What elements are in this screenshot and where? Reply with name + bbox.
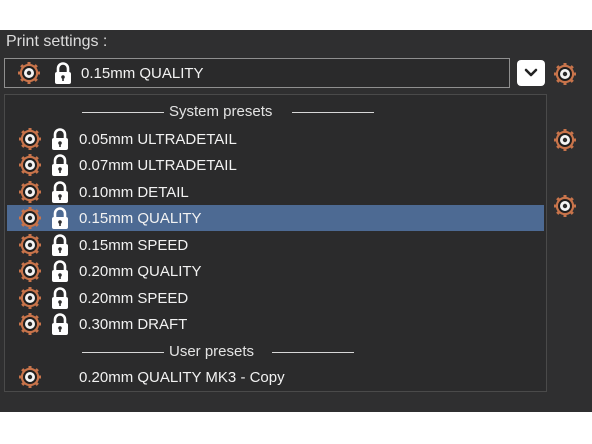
preset-label: 0.10mm DETAIL [79,183,189,201]
settings-gear-icon[interactable] [554,195,576,217]
preset-item[interactable]: 0.20mm QUALITY [7,258,544,284]
print-settings-combobox[interactable]: 0.15mm QUALITY [4,58,510,88]
preset-label: 0.20mm QUALITY MK3 - Copy [79,368,285,386]
lock-icon [50,207,70,229]
lock-icon [50,128,70,150]
gear-icon [19,366,41,388]
system-presets-header: System presets [5,100,546,124]
preset-label: 0.05mm ULTRADETAIL [79,130,237,148]
lock-icon [50,181,70,203]
lock-icon [50,234,70,256]
gear-icon [19,207,41,229]
preset-item[interactable]: 0.15mm SPEED [7,232,544,258]
preset-item[interactable]: 0.07mm ULTRADETAIL [7,152,544,178]
preset-dropdown-list: System presets 0.05mm ULTRADETAIL 0.07mm… [4,94,547,392]
print-settings-label: Print settings : [6,33,108,50]
preset-label: 0.30mm DRAFT [79,315,188,333]
gear-icon [19,181,41,203]
settings-gear-icon[interactable] [554,129,576,151]
preset-item[interactable]: 0.05mm ULTRADETAIL [7,126,544,152]
preset-label: 0.20mm SPEED [79,289,189,307]
gear-icon [19,154,41,176]
gear-icon [19,313,41,335]
gear-icon [19,260,41,282]
preset-item[interactable]: 0.20mm SPEED [7,285,544,311]
selected-preset-label: 0.15mm QUALITY [81,64,204,82]
lock-icon [50,154,70,176]
dropdown-toggle-button[interactable] [517,60,545,86]
gear-icon [19,234,41,256]
gear-icon [19,128,41,150]
gear-icon [19,287,41,309]
preset-item-selected[interactable]: 0.15mm QUALITY [7,205,544,231]
settings-gear-icon[interactable] [554,63,576,85]
preset-label: 0.15mm SPEED [79,236,189,254]
user-presets-header: User presets [5,340,546,364]
preset-label: 0.15mm QUALITY [79,209,202,227]
lock-icon [50,313,70,335]
lock-icon [51,61,75,85]
preset-label: 0.07mm ULTRADETAIL [79,156,237,174]
gear-icon [17,61,41,85]
lock-icon [50,260,70,282]
preset-item[interactable]: 0.10mm DETAIL [7,179,544,205]
chevron-down-icon [524,68,538,77]
preset-item[interactable]: 0.20mm QUALITY MK3 - Copy [7,364,544,390]
preset-item[interactable]: 0.30mm DRAFT [7,311,544,337]
lock-icon [50,287,70,309]
print-settings-panel: Print settings : 0.15mm QUALITY System p… [0,30,592,412]
preset-label: 0.20mm QUALITY [79,262,202,280]
